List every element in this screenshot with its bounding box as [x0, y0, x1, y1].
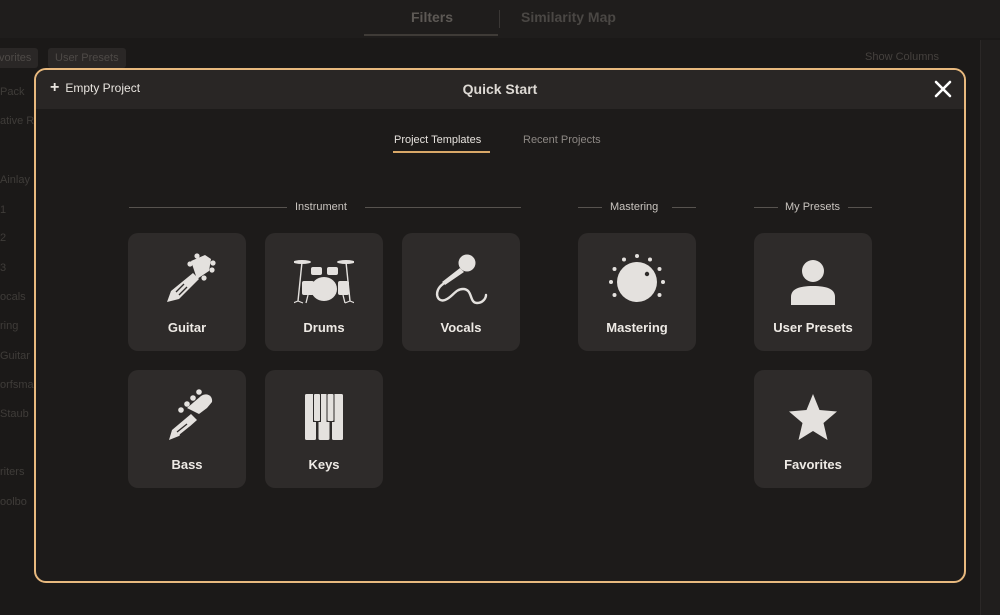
- tile-label: User Presets: [773, 320, 853, 335]
- section-mastering: Mastering: [578, 200, 696, 216]
- list-item[interactable]: oolbo: [0, 496, 27, 508]
- guitar-icon: [167, 253, 216, 302]
- list-item[interactable]: 2: [0, 232, 6, 244]
- tab-separator: [499, 10, 500, 28]
- list-item[interactable]: Ainlay: [0, 174, 30, 186]
- tile-label: Vocals: [440, 320, 482, 335]
- guitar-tile[interactable]: Guitar: [128, 233, 246, 351]
- section-label: My Presets: [785, 201, 841, 213]
- list-item[interactable]: 3: [0, 262, 6, 274]
- dialog-title: Quick Start: [462, 81, 538, 97]
- tile-label: Bass: [171, 457, 203, 472]
- divider: [578, 207, 602, 208]
- tile-label: Favorites: [784, 457, 842, 472]
- quick-start-dialog: + Empty Project Quick Start Project Temp…: [34, 68, 966, 583]
- piano-keys-icon: [305, 394, 343, 440]
- drums-tile[interactable]: Drums: [265, 233, 383, 351]
- user-presets-tile[interactable]: User Presets: [754, 233, 872, 351]
- mastering-tile[interactable]: Mastering: [578, 233, 696, 351]
- close-icon[interactable]: [933, 79, 953, 99]
- section-label: Instrument: [295, 201, 347, 213]
- list-item[interactable]: orfsma: [0, 379, 34, 391]
- tab-filters[interactable]: Filters: [411, 9, 453, 25]
- show-columns-dropdown[interactable]: Show Columns: [865, 51, 939, 63]
- divider: [848, 207, 872, 208]
- knob-icon: [609, 254, 665, 302]
- divider: [672, 207, 696, 208]
- list-item[interactable]: ring: [0, 320, 18, 332]
- divider: [129, 207, 287, 208]
- tile-label: Mastering: [606, 320, 668, 335]
- list-item[interactable]: 1: [0, 204, 6, 216]
- microphone-icon: [435, 254, 488, 305]
- tile-label: Keys: [308, 457, 340, 472]
- star-icon: [789, 394, 837, 440]
- list-item[interactable]: Guitar: [0, 350, 30, 362]
- active-tab-underline: [393, 151, 490, 153]
- drums-icon: [294, 260, 354, 304]
- list-item[interactable]: Staub: [0, 408, 29, 420]
- section-my-presets: My Presets: [754, 200, 872, 216]
- user-icon: [791, 260, 835, 305]
- tab-project-templates[interactable]: Project Templates: [394, 134, 481, 146]
- bass-guitar-icon: [169, 389, 213, 440]
- favorites-tile[interactable]: Favorites: [754, 370, 872, 488]
- tab-similarity-map[interactable]: Similarity Map: [521, 9, 616, 25]
- list-item[interactable]: Pack: [0, 86, 24, 98]
- tab-underline: [364, 34, 498, 36]
- right-panel: [980, 40, 1000, 615]
- dialog-header: + Empty Project Quick Start: [36, 70, 964, 109]
- keys-tile[interactable]: Keys: [265, 370, 383, 488]
- section-instrument: Instrument: [129, 200, 521, 216]
- top-bar: Filters Similarity Map: [0, 0, 1000, 38]
- dialog-tabs: Project Templates Recent Projects: [36, 132, 964, 156]
- vocals-tile[interactable]: Vocals: [402, 233, 520, 351]
- list-item[interactable]: riters: [0, 466, 24, 478]
- list-item[interactable]: ative R: [0, 115, 34, 127]
- list-item[interactable]: ocals: [0, 291, 26, 303]
- bass-tile[interactable]: Bass: [128, 370, 246, 488]
- divider: [365, 207, 521, 208]
- tile-label: Guitar: [167, 320, 207, 335]
- user-presets-chip[interactable]: User Presets: [48, 48, 126, 68]
- favorites-chip[interactable]: vorites: [0, 48, 39, 68]
- section-label: Mastering: [610, 201, 659, 213]
- tab-recent-projects[interactable]: Recent Projects: [523, 134, 601, 146]
- divider: [754, 207, 778, 208]
- tile-label: Drums: [303, 320, 345, 335]
